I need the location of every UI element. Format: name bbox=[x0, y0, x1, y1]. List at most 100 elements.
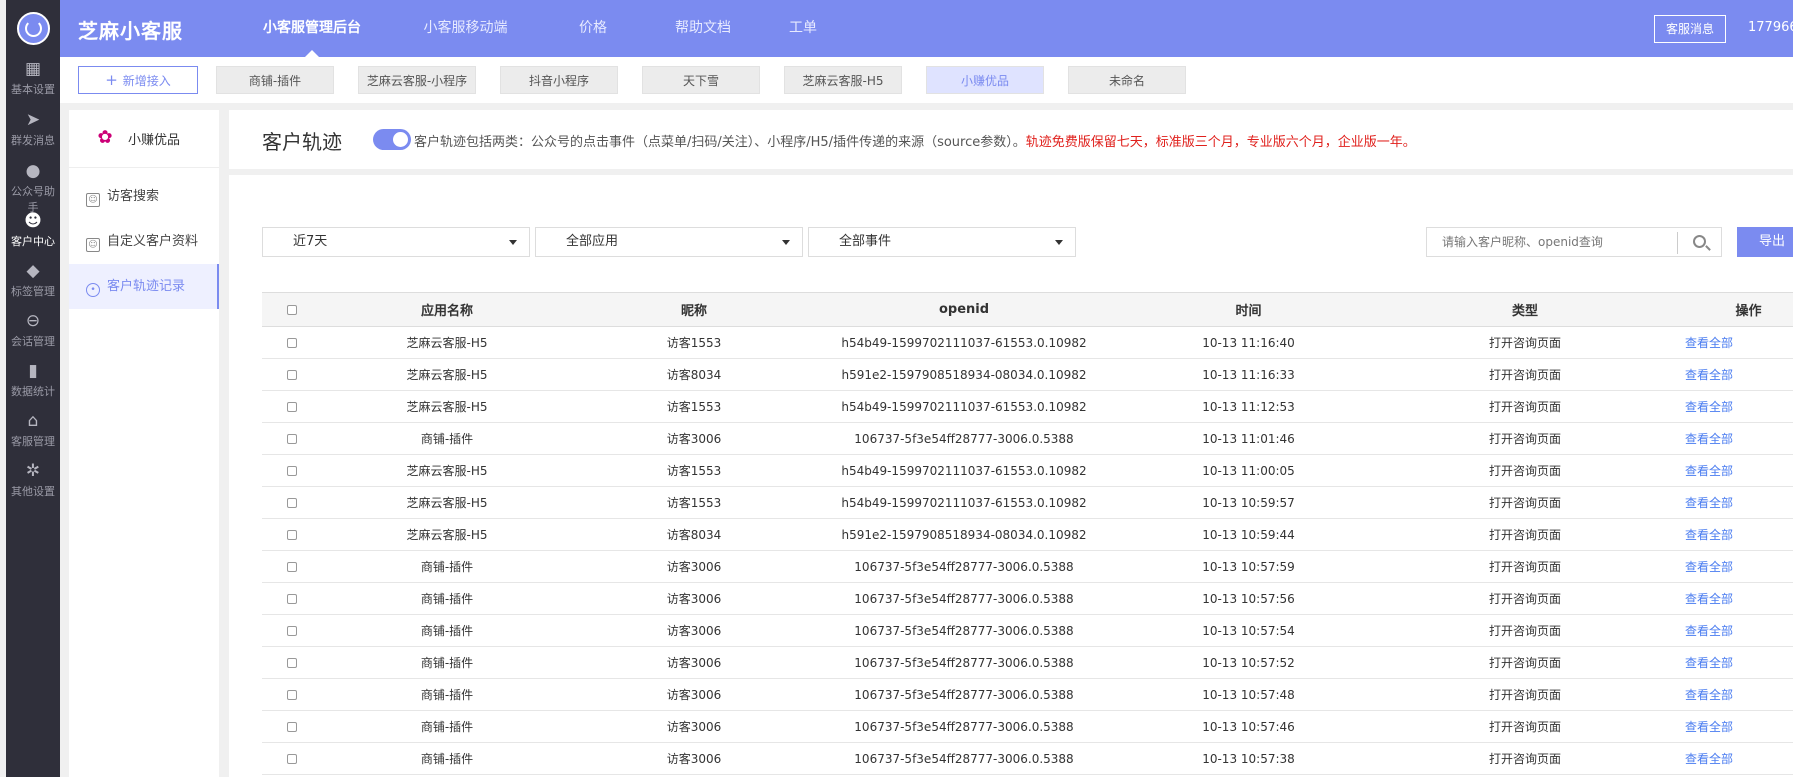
column-type[interactable]: 类型 bbox=[1385, 292, 1665, 327]
table-row: 商铺-插件 访客3006 106737-5f3e54ff28777-3006.0.5… bbox=[262, 646, 1793, 679]
cell-openid: 106737-5f3e54ff28777-3006.0.5388 bbox=[816, 710, 1112, 743]
row-checkbox[interactable] bbox=[287, 530, 297, 540]
column-time[interactable]: 时间 bbox=[1112, 292, 1385, 327]
view-all-link[interactable]: 查看全部 bbox=[1665, 646, 1793, 679]
row-checkbox[interactable] bbox=[287, 338, 297, 348]
cell-type: 打开咨询页面 bbox=[1385, 454, 1665, 487]
select-all-checkbox[interactable] bbox=[287, 304, 297, 315]
view-all-link[interactable]: 查看全部 bbox=[1665, 390, 1793, 423]
row-checkbox[interactable] bbox=[287, 466, 297, 476]
search-input[interactable] bbox=[1427, 228, 1677, 256]
view-all-link[interactable]: 查看全部 bbox=[1665, 358, 1793, 391]
app-tab-h5[interactable]: 芝麻云客服-H5 bbox=[784, 66, 902, 94]
submenu-visitor-search[interactable]: ☺ 访客搜索 bbox=[69, 174, 219, 219]
column-app-name[interactable]: 应用名称 bbox=[322, 292, 572, 327]
cell-type: 打开咨询页面 bbox=[1385, 678, 1665, 711]
cell-openid: 106737-5f3e54ff28777-3006.0.5388 bbox=[816, 742, 1112, 775]
rail-item-session-management[interactable]: ⊖ 会话管理 bbox=[6, 306, 60, 360]
cell-openid: h54b49-1599702111037-61553.0.10982 bbox=[816, 454, 1112, 487]
view-all-link[interactable]: 查看全部 bbox=[1665, 550, 1793, 583]
trace-toggle[interactable] bbox=[373, 129, 411, 150]
cell-app-name: 商铺-插件 bbox=[322, 646, 572, 679]
top-nav-help-docs[interactable]: 帮助文档 bbox=[663, 0, 743, 57]
app-tab-unnamed[interactable]: 未命名 bbox=[1068, 66, 1186, 94]
row-checkbox[interactable] bbox=[287, 754, 297, 764]
rail-item-official-assistant[interactable]: ● 公众号助手 bbox=[6, 156, 60, 214]
view-all-link[interactable]: 查看全部 bbox=[1665, 710, 1793, 743]
view-all-link[interactable]: 查看全部 bbox=[1665, 326, 1793, 359]
column-nickname[interactable]: 昵称 bbox=[572, 292, 816, 327]
search-icon[interactable] bbox=[1693, 235, 1706, 248]
view-all-link[interactable]: 查看全部 bbox=[1665, 742, 1793, 775]
caret-down-icon bbox=[782, 240, 790, 245]
cell-time: 10-13 10:57:56 bbox=[1112, 582, 1385, 615]
table-row: 商铺-插件 访客3006 106737-5f3e54ff28777-3006.0.5… bbox=[262, 710, 1793, 743]
row-checkbox[interactable] bbox=[287, 562, 297, 572]
row-checkbox[interactable] bbox=[287, 370, 297, 380]
view-all-link[interactable]: 查看全部 bbox=[1665, 454, 1793, 487]
row-select-cell bbox=[262, 422, 322, 455]
submenu-custom-profile[interactable]: ☺ 自定义客户资料 bbox=[69, 219, 219, 264]
view-all-link[interactable]: 查看全部 bbox=[1665, 486, 1793, 519]
row-checkbox[interactable] bbox=[287, 722, 297, 732]
select-all-cell bbox=[262, 292, 322, 327]
rail-item-basic-settings[interactable]: ▦ 基本设置 bbox=[6, 54, 60, 108]
row-select-cell bbox=[262, 582, 322, 615]
shop-header: ✿ 小赚优品 bbox=[69, 110, 219, 168]
rail-item-tag-management[interactable]: ◆ 标签管理 bbox=[6, 256, 60, 310]
cell-app-name: 商铺-插件 bbox=[322, 582, 572, 615]
row-select-cell bbox=[262, 646, 322, 679]
row-checkbox[interactable] bbox=[287, 402, 297, 412]
table-body: 芝麻云客服-H5 访客1553 h54b49-1599702111037-61553… bbox=[262, 326, 1793, 775]
app-tab-douyin[interactable]: 抖音小程序 bbox=[500, 66, 618, 94]
event-filter-select[interactable]: 全部事件 bbox=[808, 227, 1076, 257]
view-all-link[interactable]: 查看全部 bbox=[1665, 582, 1793, 615]
cell-time: 10-13 11:01:46 bbox=[1112, 422, 1385, 455]
top-nav-mobile[interactable]: 小客服移动端 bbox=[408, 0, 523, 57]
cell-time: 10-13 10:57:48 bbox=[1112, 678, 1385, 711]
submenu-trace-records[interactable]: • 客户轨迹记录 bbox=[69, 264, 219, 309]
app-tab-shop-plugin[interactable]: 商铺-插件 bbox=[216, 66, 334, 94]
table-row: 商铺-插件 访客3006 106737-5f3e54ff28777-3006.0.5… bbox=[262, 422, 1793, 455]
row-checkbox[interactable] bbox=[287, 498, 297, 508]
caret-down-icon bbox=[1055, 240, 1063, 245]
rail-item-customer-center[interactable]: ☻ 客户中心 bbox=[6, 206, 60, 260]
logo-icon[interactable] bbox=[17, 12, 50, 45]
customer-message-button[interactable]: 客服消息 bbox=[1654, 15, 1726, 43]
view-all-link[interactable]: 查看全部 bbox=[1665, 422, 1793, 455]
top-nav-tickets[interactable]: 工单 bbox=[778, 0, 828, 57]
export-button[interactable]: 导出 bbox=[1737, 227, 1793, 257]
view-all-link[interactable]: 查看全部 bbox=[1665, 614, 1793, 647]
row-checkbox[interactable] bbox=[287, 658, 297, 668]
app-filter-select[interactable]: 全部应用 bbox=[535, 227, 803, 257]
rail-item-label: 基本设置 bbox=[11, 83, 55, 96]
view-all-link[interactable]: 查看全部 bbox=[1665, 678, 1793, 711]
row-select-cell bbox=[262, 550, 322, 583]
cell-openid: 106737-5f3e54ff28777-3006.0.5388 bbox=[816, 646, 1112, 679]
add-access-button[interactable]: + 新增接入 bbox=[78, 66, 198, 94]
rail-item-agent-management[interactable]: ⌂ 客服管理 bbox=[6, 406, 60, 460]
left-rail: ▦ 基本设置 ➤ 群发消息 ● 公众号助手 ☻ 客户中心 ◆ 标签管理 ⊖ 会话… bbox=[6, 0, 60, 777]
rail-item-label: 客服管理 bbox=[11, 435, 55, 448]
column-openid[interactable]: openid bbox=[816, 292, 1112, 327]
robot-icon: ⌂ bbox=[27, 411, 39, 431]
tag-icon: ◆ bbox=[26, 261, 40, 281]
cell-nickname: 访客1553 bbox=[572, 326, 816, 359]
row-checkbox[interactable] bbox=[287, 594, 297, 604]
app-tab-xiaozhuan[interactable]: 小赚优品 bbox=[926, 66, 1044, 94]
row-checkbox[interactable] bbox=[287, 434, 297, 444]
user-account[interactable]: 17796686 bbox=[1748, 20, 1793, 35]
view-all-link[interactable]: 查看全部 bbox=[1665, 518, 1793, 551]
app-tab-tianxiaxue[interactable]: 天下雪 bbox=[642, 66, 760, 94]
rail-item-broadcast[interactable]: ➤ 群发消息 bbox=[6, 105, 60, 159]
app-root: { "rail": { "items": [ {"label": "基本设置",… bbox=[0, 0, 1793, 777]
rail-item-statistics[interactable]: ▮ 数据统计 bbox=[6, 356, 60, 410]
rail-item-other-settings[interactable]: ✲ 其他设置 bbox=[6, 456, 60, 510]
row-checkbox[interactable] bbox=[287, 690, 297, 700]
app-tab-miniprogram[interactable]: 芝麻云客服-小程序 bbox=[358, 66, 476, 94]
row-checkbox[interactable] bbox=[287, 626, 297, 636]
top-nav-price[interactable]: 价格 bbox=[563, 0, 623, 57]
cell-nickname: 访客8034 bbox=[572, 358, 816, 391]
top-nav-admin[interactable]: 小客服管理后台 bbox=[252, 0, 372, 57]
date-range-select[interactable]: 近7天 bbox=[262, 227, 530, 257]
